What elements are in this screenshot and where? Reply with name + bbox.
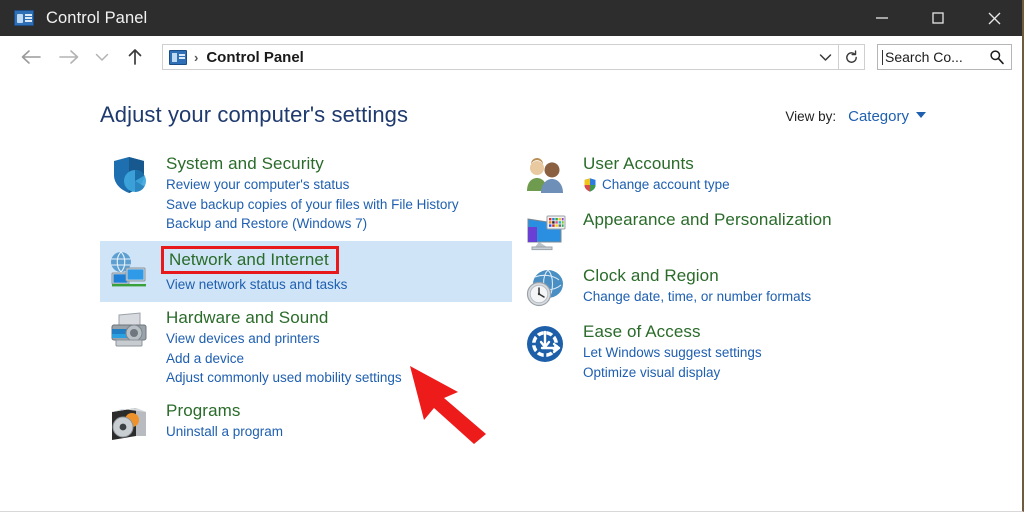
search-icon[interactable]: [989, 49, 1005, 65]
category-links: View devices and printersAdd a deviceAdj…: [166, 329, 402, 388]
category-clock-and-region[interactable]: Clock and RegionChange date, time, or nu…: [517, 260, 942, 316]
printer-icon: [100, 307, 158, 388]
view-by-control: View by: Category: [785, 102, 926, 125]
breadcrumb-control-panel[interactable]: Control Panel: [206, 49, 304, 66]
appearance-monitor-icon: [517, 209, 575, 253]
category-title-link[interactable]: Programs: [166, 400, 241, 421]
category-links: Review your computer's statusSave backup…: [166, 175, 459, 234]
category-sublink[interactable]: Adjust commonly used mobility settings: [166, 368, 402, 388]
category-title-link[interactable]: Network and Internet: [161, 246, 339, 274]
control-panel-icon: [14, 10, 34, 26]
category-sublink[interactable]: Uninstall a program: [166, 422, 283, 442]
category-links: View network status and tasks: [166, 275, 347, 295]
category-sublink[interactable]: Review your computer's status: [166, 175, 459, 195]
category-appearance-and-personalization[interactable]: Appearance and Personalization: [517, 204, 942, 260]
category-sublink[interactable]: Save backup copies of your files with Fi…: [166, 195, 459, 215]
view-by-label: View by:: [785, 109, 836, 124]
window-controls: [854, 0, 1022, 36]
view-by-value: Category: [848, 108, 909, 125]
caret-down-icon: [916, 112, 926, 118]
category-network-and-internet[interactable]: Network and InternetView network status …: [100, 241, 512, 302]
address-bar[interactable]: › Control Panel: [162, 44, 865, 70]
page-header: Adjust your computer's settings View by:…: [0, 102, 1022, 128]
category-body: Appearance and Personalization: [575, 209, 832, 253]
category-links: Change date, time, or number formats: [583, 287, 811, 307]
search-box[interactable]: Search Co...: [877, 44, 1012, 70]
chevron-down-icon[interactable]: [88, 40, 116, 74]
page-title: Adjust your computer's settings: [100, 102, 408, 128]
refresh-icon[interactable]: [838, 45, 864, 69]
category-body: ProgramsUninstall a program: [158, 400, 283, 444]
category-body: Hardware and SoundView devices and print…: [158, 307, 402, 388]
category-sublink[interactable]: Backup and Restore (Windows 7): [166, 214, 459, 234]
category-links: Change account type: [583, 175, 730, 195]
category-sublink[interactable]: Change date, time, or number formats: [583, 287, 811, 307]
category-sublink[interactable]: Optimize visual display: [583, 363, 762, 383]
category-title-link[interactable]: Hardware and Sound: [166, 307, 328, 328]
category-body: Clock and RegionChange date, time, or nu…: [575, 265, 811, 309]
category-column-left: System and SecurityReview your computer'…: [100, 148, 512, 451]
shield-security-icon: [100, 153, 158, 234]
clock-globe-icon: [517, 265, 575, 309]
category-sublink[interactable]: Let Windows suggest settings: [583, 343, 762, 363]
category-programs[interactable]: ProgramsUninstall a program: [100, 395, 512, 451]
up-arrow-icon[interactable]: [116, 40, 154, 74]
category-title-link[interactable]: Ease of Access: [583, 321, 701, 342]
category-sublink[interactable]: View network status and tasks: [166, 275, 347, 295]
window-title: Control Panel: [46, 9, 147, 28]
category-links: Uninstall a program: [166, 422, 283, 442]
category-hardware-and-sound[interactable]: Hardware and SoundView devices and print…: [100, 302, 512, 395]
search-caret: [882, 50, 883, 65]
user-accounts-people-icon: [517, 153, 575, 197]
category-sublink[interactable]: Add a device: [166, 349, 402, 369]
category-body: System and SecurityReview your computer'…: [158, 153, 459, 234]
category-sublink[interactable]: View devices and printers: [166, 329, 402, 349]
category-links: Let Windows suggest settingsOptimize vis…: [583, 343, 762, 382]
category-title-link[interactable]: Clock and Region: [583, 265, 719, 286]
category-user-accounts[interactable]: User Accounts Change account type: [517, 148, 942, 204]
close-button[interactable]: [966, 0, 1022, 36]
title-bar: Control Panel: [0, 0, 1022, 36]
category-title-link[interactable]: System and Security: [166, 153, 324, 174]
category-body: Network and InternetView network status …: [158, 246, 347, 295]
ease-of-access-icon: [517, 321, 575, 382]
category-sublink-label: Change account type: [602, 175, 730, 195]
maximize-button[interactable]: [910, 0, 966, 36]
category-body: User Accounts Change account type: [575, 153, 730, 197]
category-system-and-security[interactable]: System and SecurityReview your computer'…: [100, 148, 512, 241]
category-sublink[interactable]: Change account type: [583, 175, 730, 195]
view-by-dropdown[interactable]: Category: [848, 108, 926, 125]
minimize-button[interactable]: [854, 0, 910, 36]
network-globe-monitors-icon: [100, 246, 158, 295]
breadcrumb-separator: ›: [194, 50, 198, 65]
control-panel-window: Control Panel › Co: [0, 0, 1024, 512]
search-input[interactable]: Search Co...: [885, 49, 989, 65]
programs-disc-icon: [100, 400, 158, 444]
category-body: Ease of AccessLet Windows suggest settin…: [575, 321, 762, 382]
category-title-link[interactable]: Appearance and Personalization: [583, 209, 832, 230]
address-control-panel-icon: [169, 50, 187, 65]
navigation-bar: › Control Panel Search Co...: [0, 36, 1022, 78]
category-ease-of-access[interactable]: Ease of AccessLet Windows suggest settin…: [517, 316, 942, 389]
forward-arrow-icon[interactable]: [50, 40, 88, 74]
content-area: Adjust your computer's settings View by:…: [0, 78, 1022, 512]
category-columns: System and SecurityReview your computer'…: [0, 148, 1022, 451]
uac-shield-icon: [583, 178, 597, 192]
back-arrow-icon[interactable]: [12, 40, 50, 74]
address-dropdown-chevron-icon[interactable]: [812, 45, 838, 69]
category-title-link[interactable]: User Accounts: [583, 153, 694, 174]
category-column-right: User Accounts Change account type: [512, 148, 942, 451]
